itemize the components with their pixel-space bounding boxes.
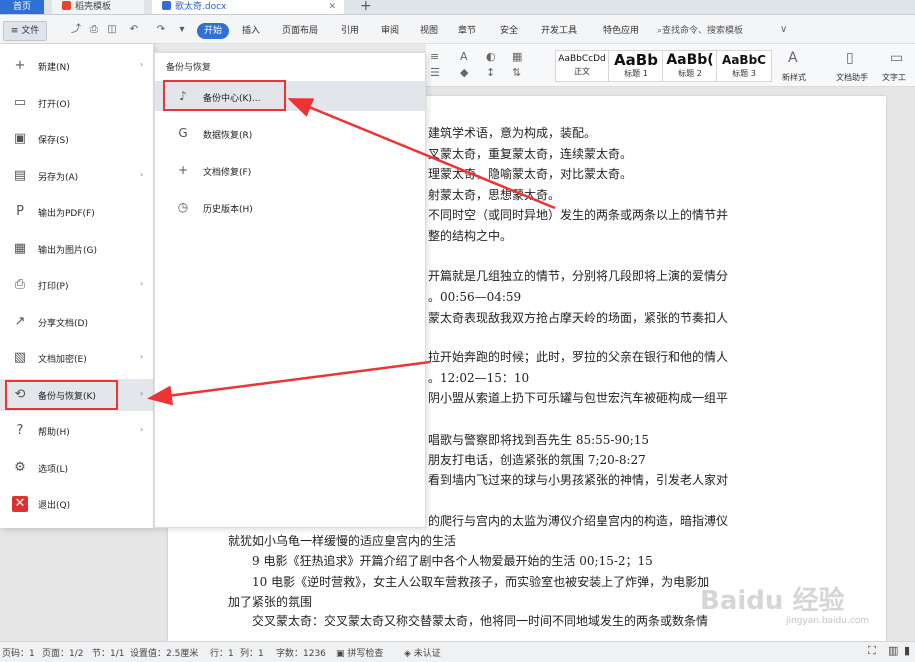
- status-words[interactable]: 字数：1236: [276, 646, 326, 659]
- status-setting: 设置值：2.5厘米: [130, 649, 199, 659]
- spell-check-label: 拼写检查: [347, 649, 384, 659]
- read-mode-icon[interactable]: ▮: [904, 644, 910, 657]
- certification-status[interactable]: ◈ 未认证: [404, 646, 441, 659]
- status-row: 行：1: [210, 649, 234, 659]
- certification-label: 未认证: [413, 649, 441, 659]
- status-col: 列：1: [240, 649, 264, 659]
- arrow-to-backup-menu: [147, 360, 431, 406]
- shield-icon: ◈: [404, 649, 411, 659]
- baidu-watermark-url: jingyan.baidu.com: [786, 616, 870, 626]
- fullscreen-icon[interactable]: ⛶: [868, 644, 876, 658]
- baidu-watermark: Baidu 经验: [700, 586, 845, 616]
- spell-check-toggle[interactable]: ▣ 拼写检查: [336, 646, 383, 659]
- status-page: 页码：1: [2, 649, 35, 659]
- annotation-arrows: [147, 98, 556, 406]
- spell-check-icon: ▣: [336, 649, 345, 659]
- page-view-icon[interactable]: ▥: [888, 644, 898, 657]
- status-section: 节：1/1: [92, 649, 125, 659]
- status-pages[interactable]: 页面：1/2: [42, 646, 84, 659]
- arrow-to-backup-center: [287, 98, 556, 210]
